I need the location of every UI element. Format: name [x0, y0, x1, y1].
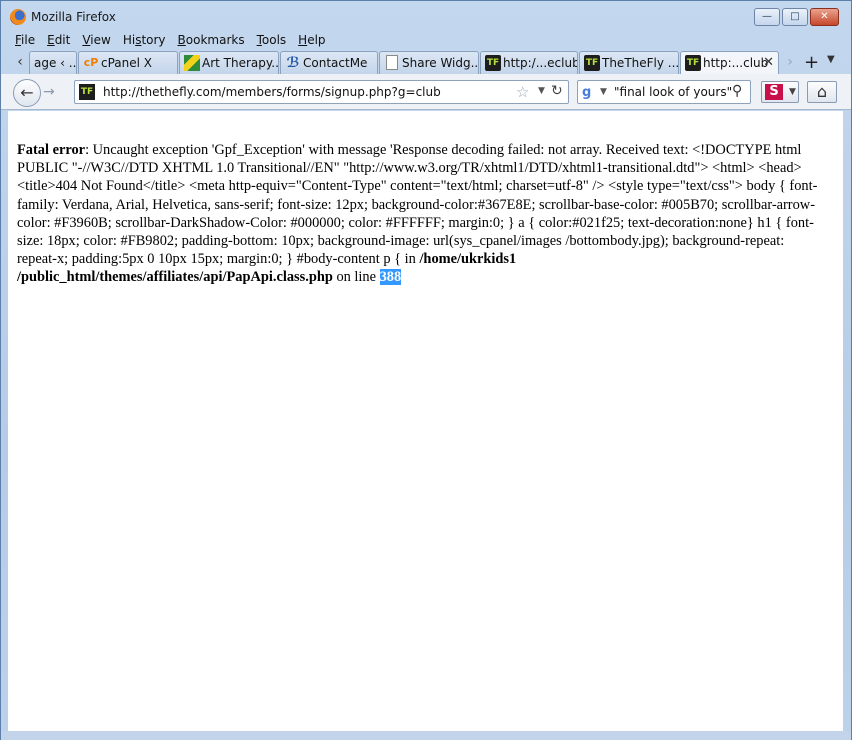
- reload-icon[interactable]: ↻: [551, 83, 563, 99]
- tab-label: Share Widg...: [402, 56, 479, 70]
- tab-share-widget[interactable]: Share Widg...: [379, 51, 479, 74]
- tab-page[interactable]: age ‹ ...: [29, 51, 77, 74]
- tab-scroll-left-icon[interactable]: ‹: [13, 53, 27, 71]
- error-label: Fatal error: [17, 142, 86, 158]
- cpanel-icon: cP: [83, 56, 99, 69]
- document-icon: [386, 55, 398, 70]
- back-button[interactable]: ←: [13, 79, 41, 107]
- menu-bookmarks[interactable]: Bookmarks: [172, 31, 251, 49]
- art-therapy-icon: [184, 55, 200, 71]
- on-line-text: on line: [332, 269, 380, 286]
- tab-label: age ‹ ...: [34, 56, 77, 70]
- new-tab-button[interactable]: +: [804, 52, 819, 73]
- url-history-dropdown-icon[interactable]: ▼: [538, 86, 545, 96]
- window-title: Mozilla Firefox: [31, 10, 116, 24]
- browser-window: Mozilla Firefox — □ ✕ File Edit View His…: [0, 0, 852, 740]
- tab-label: TheTheFly ...: [602, 56, 679, 70]
- tab-label: http:/...eclub: [503, 56, 578, 70]
- tab-bar: ‹ age ‹ ... cP cPanel X Art Therapy... ℬ…: [1, 50, 851, 75]
- menu-file[interactable]: File: [9, 31, 41, 49]
- search-bar[interactable]: g ▼ "final look of yours" ⚲: [577, 80, 751, 104]
- status-bar: [1, 731, 851, 740]
- menu-bar: File Edit View History Bookmarks Tools H…: [9, 31, 332, 49]
- menu-edit[interactable]: Edit: [41, 31, 76, 49]
- title-bar: Mozilla Firefox — □ ✕: [1, 1, 851, 31]
- google-search-engine-icon[interactable]: g: [582, 85, 591, 100]
- site-identity-icon: TF: [79, 84, 95, 100]
- close-tab-icon[interactable]: ✕: [763, 52, 774, 74]
- tab-label: ContactMe: [303, 56, 368, 70]
- minimize-button[interactable]: —: [754, 8, 780, 26]
- tab-active[interactable]: TF http:...club ✕: [680, 51, 779, 75]
- tab-scroll-right-icon[interactable]: ›: [783, 53, 797, 71]
- tab-http-eclub[interactable]: TF http:/...eclub: [480, 51, 578, 74]
- menu-history[interactable]: History: [117, 31, 172, 49]
- search-engine-dropdown-icon[interactable]: ▼: [600, 87, 607, 97]
- maximize-button[interactable]: □: [782, 8, 808, 26]
- forward-button[interactable]: →: [43, 84, 55, 100]
- thethefly-icon: TF: [584, 55, 600, 71]
- menu-tools[interactable]: Tools: [251, 31, 293, 49]
- menu-help[interactable]: Help: [292, 31, 331, 49]
- menu-view[interactable]: View: [76, 31, 116, 49]
- tab-list-icon[interactable]: ▼: [827, 54, 835, 65]
- search-input[interactable]: "final look of yours": [614, 85, 732, 99]
- stumbleupon-icon: S: [765, 84, 783, 100]
- search-icon[interactable]: ⚲: [732, 83, 742, 99]
- thethefly-icon: TF: [685, 55, 701, 71]
- navigation-bar: ← → TF http://thethefly.com/members/form…: [1, 74, 851, 110]
- home-button[interactable]: ⌂: [807, 81, 837, 103]
- firefox-logo-icon: [10, 9, 26, 25]
- tab-art-therapy[interactable]: Art Therapy...: [179, 51, 279, 74]
- tab-label: Art Therapy...: [202, 56, 279, 70]
- contactme-icon: ℬ: [286, 55, 300, 71]
- php-error-message: Fatal error: Uncaught exception 'Gpf_Exc…: [17, 141, 827, 287]
- tab-label: http:...club: [703, 56, 769, 70]
- url-input[interactable]: http://thethefly.com/members/forms/signu…: [103, 85, 441, 99]
- extension-dropdown-icon[interactable]: ▼: [789, 87, 796, 97]
- thethefly-icon: TF: [485, 55, 501, 71]
- tab-contactme[interactable]: ℬ ContactMe: [280, 51, 378, 74]
- extension-button[interactable]: S ▼: [761, 81, 799, 103]
- bookmark-star-icon[interactable]: ☆: [516, 83, 529, 101]
- tab-cpanel[interactable]: cP cPanel X: [78, 51, 178, 74]
- tab-label: cPanel X: [101, 56, 153, 70]
- url-bar[interactable]: TF http://thethefly.com/members/forms/si…: [74, 80, 569, 104]
- line-number-selected[interactable]: 388: [379, 269, 402, 286]
- tab-thethefly[interactable]: TF TheTheFly ...: [579, 51, 679, 74]
- close-window-button[interactable]: ✕: [810, 8, 839, 26]
- page-content: Fatal error: Uncaught exception 'Gpf_Exc…: [8, 111, 843, 731]
- error-message-text: : Uncaught exception 'Gpf_Exception' wit…: [17, 142, 818, 268]
